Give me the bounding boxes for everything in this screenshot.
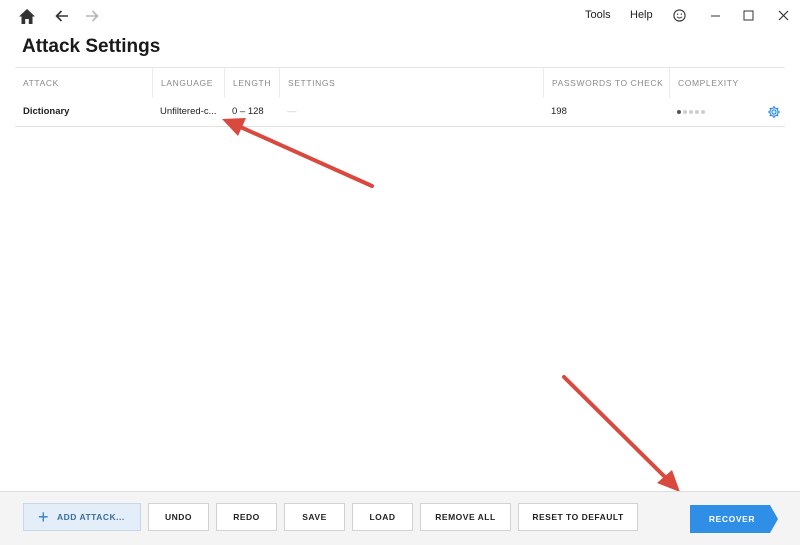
table-row[interactable]: Dictionary Unfiltered-c... 0 – 128 — 198 bbox=[15, 97, 785, 127]
undo-button[interactable]: UNDO bbox=[148, 503, 209, 531]
annotation-arrow-language bbox=[222, 118, 374, 188]
arrow-left-icon bbox=[55, 10, 68, 22]
close-button[interactable] bbox=[771, 4, 795, 26]
add-attack-label: ADD ATTACK... bbox=[57, 512, 125, 522]
complexity-indicator bbox=[677, 110, 705, 114]
smiley-icon bbox=[672, 8, 686, 22]
menu-help[interactable]: Help bbox=[630, 9, 653, 21]
load-button[interactable]: LOAD bbox=[352, 503, 413, 531]
complexity-dot bbox=[689, 110, 693, 114]
attacks-table: ATTACK LANGUAGE LENGTH SETTINGS PASSWORD… bbox=[15, 67, 785, 127]
add-attack-button[interactable]: + ADD ATTACK... bbox=[23, 503, 141, 531]
annotation-arrow-recover bbox=[562, 375, 680, 492]
back-button[interactable] bbox=[50, 4, 74, 28]
plus-icon: + bbox=[38, 507, 50, 527]
attack-passwords: 198 bbox=[551, 106, 567, 117]
column-header-attack[interactable]: ATTACK bbox=[15, 68, 152, 98]
recover-label: RECOVER bbox=[708, 514, 756, 524]
attack-name: Dictionary bbox=[23, 106, 70, 117]
maximize-button[interactable] bbox=[736, 4, 760, 26]
feedback-button[interactable] bbox=[667, 4, 691, 26]
minimize-icon bbox=[710, 15, 720, 16]
home-button[interactable] bbox=[15, 4, 39, 28]
attack-length: 0 – 128 bbox=[232, 106, 264, 117]
column-header-settings[interactable]: SETTINGS bbox=[279, 68, 543, 98]
complexity-dot bbox=[677, 110, 681, 114]
complexity-dot bbox=[683, 110, 687, 114]
save-button[interactable]: SAVE bbox=[284, 503, 345, 531]
forward-button[interactable] bbox=[80, 4, 104, 28]
table-header: ATTACK LANGUAGE LENGTH SETTINGS PASSWORD… bbox=[15, 67, 785, 98]
home-icon bbox=[19, 8, 35, 24]
footer-toolbar: + ADD ATTACK... UNDO REDO SAVE LOAD REMO… bbox=[0, 491, 800, 545]
page-title: Attack Settings bbox=[22, 36, 161, 57]
remove-all-button[interactable]: REMOVE ALL bbox=[420, 503, 511, 531]
complexity-dot bbox=[695, 110, 699, 114]
title-bar: Tools Help bbox=[0, 0, 800, 32]
complexity-dot bbox=[701, 110, 705, 114]
minimize-button[interactable] bbox=[703, 4, 727, 26]
reset-to-default-button[interactable]: RESET TO DEFAULT bbox=[518, 503, 638, 531]
attack-language: Unfiltered-c... bbox=[160, 106, 217, 117]
recover-button[interactable]: RECOVER bbox=[690, 505, 778, 533]
maximize-icon bbox=[743, 10, 753, 20]
column-header-complexity[interactable]: COMPLEXITY bbox=[669, 68, 785, 98]
column-header-passwords[interactable]: PASSWORDS TO CHECK bbox=[543, 68, 669, 98]
gear-icon[interactable] bbox=[767, 105, 781, 119]
menu-tools[interactable]: Tools bbox=[585, 9, 611, 21]
redo-button[interactable]: REDO bbox=[216, 503, 277, 531]
close-icon bbox=[778, 10, 788, 20]
column-header-language[interactable]: LANGUAGE bbox=[152, 68, 224, 98]
column-header-length[interactable]: LENGTH bbox=[224, 68, 279, 98]
attack-settings: — bbox=[287, 106, 297, 117]
arrow-right-icon bbox=[86, 10, 99, 22]
